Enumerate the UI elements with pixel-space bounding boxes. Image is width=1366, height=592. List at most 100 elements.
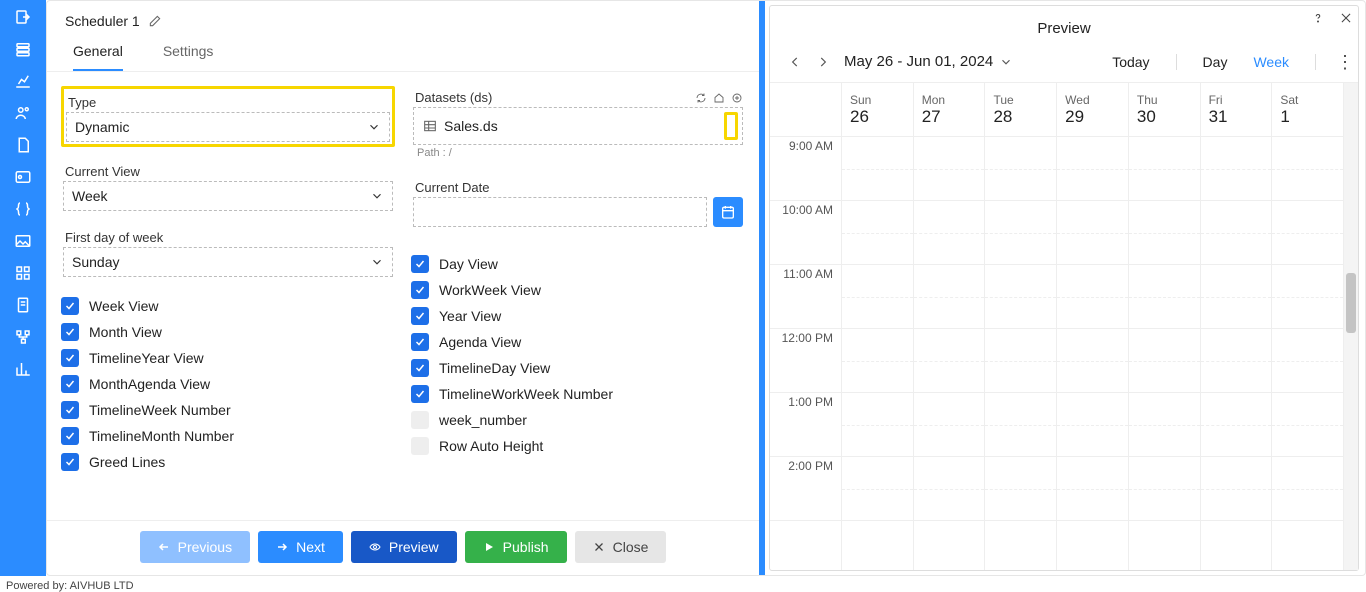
checkbox-checked-icon[interactable]: [411, 333, 429, 351]
date-range[interactable]: May 26 - Jun 01, 2024: [844, 53, 1013, 70]
calendar-cell[interactable]: [1272, 457, 1343, 521]
checkbox-row[interactable]: TimelineWeek Number: [61, 397, 395, 423]
calendar-cell[interactable]: [985, 457, 1056, 521]
sidebar-bars-icon[interactable]: [14, 360, 32, 378]
calendar-cell[interactable]: [985, 393, 1056, 457]
calendar-cell[interactable]: [1129, 329, 1200, 393]
next-button[interactable]: Next: [258, 531, 343, 563]
calendar-cell[interactable]: [1057, 265, 1128, 329]
calendar-cell[interactable]: [914, 329, 985, 393]
checkbox-checked-icon[interactable]: [411, 359, 429, 377]
previous-button[interactable]: Previous: [140, 531, 250, 563]
calendar-cell[interactable]: [1057, 201, 1128, 265]
add-icon[interactable]: [731, 91, 743, 103]
view-week-link[interactable]: Week: [1247, 54, 1295, 70]
sidebar-file-icon[interactable]: [14, 136, 32, 154]
calendar-cell[interactable]: [985, 137, 1056, 201]
checkbox-row[interactable]: TimelineWorkWeek Number: [411, 381, 745, 407]
calendar-cell[interactable]: [914, 137, 985, 201]
calendar-cell[interactable]: [1201, 137, 1272, 201]
calendar-cell[interactable]: [1272, 201, 1343, 265]
checkbox-row[interactable]: TimelineDay View: [411, 355, 745, 381]
checkbox-checked-icon[interactable]: [411, 385, 429, 403]
day-header[interactable]: Tue28: [985, 83, 1056, 137]
calendar-cell[interactable]: [842, 329, 913, 393]
calendar-cell[interactable]: [1129, 265, 1200, 329]
type-select[interactable]: Dynamic: [66, 112, 390, 142]
calendar-cell[interactable]: [1201, 393, 1272, 457]
checkbox-checked-icon[interactable]: [61, 323, 79, 341]
calendar-cell[interactable]: [1057, 457, 1128, 521]
current-date-input[interactable]: [413, 197, 707, 227]
refresh-icon[interactable]: [695, 91, 707, 103]
day-header[interactable]: Wed29: [1057, 83, 1128, 137]
checkbox-row[interactable]: Agenda View: [411, 329, 745, 355]
calendar-cell[interactable]: [914, 201, 985, 265]
checkbox-row[interactable]: WorkWeek View: [411, 277, 745, 303]
calendar-cell[interactable]: [1272, 265, 1343, 329]
sidebar-db-icon[interactable]: [14, 40, 32, 58]
day-header[interactable]: Mon27: [914, 83, 985, 137]
view-day-link[interactable]: Day: [1197, 54, 1234, 70]
calendar-cell[interactable]: [1129, 393, 1200, 457]
checkbox-row[interactable]: Day View: [411, 251, 745, 277]
calendar-cell[interactable]: [842, 137, 913, 201]
more-menu-icon[interactable]: ⋮: [1336, 57, 1340, 67]
calendar-cell[interactable]: [914, 393, 985, 457]
checkbox-checked-icon[interactable]: [61, 427, 79, 445]
calendar-cell[interactable]: [842, 457, 913, 521]
calendar-cell[interactable]: [1272, 393, 1343, 457]
sidebar-chart-icon[interactable]: [14, 72, 32, 90]
publish-button[interactable]: Publish: [465, 531, 567, 563]
day-header[interactable]: Sun26: [842, 83, 913, 137]
calendar-cell[interactable]: [1201, 201, 1272, 265]
tab-settings[interactable]: Settings: [163, 43, 214, 71]
calendar-cell[interactable]: [985, 201, 1056, 265]
checkbox-row[interactable]: Greed Lines: [61, 449, 395, 475]
close-icon[interactable]: [1339, 11, 1353, 25]
sidebar-image-icon[interactable]: [14, 232, 32, 250]
checkbox-row[interactable]: TimelineYear View: [61, 345, 395, 371]
checkbox-unchecked-icon[interactable]: [411, 437, 429, 455]
checkbox-row[interactable]: week_number: [411, 407, 745, 433]
sidebar-doc-icon[interactable]: [14, 296, 32, 314]
checkbox-checked-icon[interactable]: [61, 375, 79, 393]
sidebar-braces-icon[interactable]: [14, 200, 32, 218]
checkbox-checked-icon[interactable]: [61, 401, 79, 419]
datasets-select[interactable]: Sales.ds: [413, 107, 743, 145]
checkbox-row[interactable]: Row Auto Height: [411, 433, 745, 459]
calendar-cell[interactable]: [1201, 329, 1272, 393]
calendar-cell[interactable]: [1129, 457, 1200, 521]
checkbox-checked-icon[interactable]: [411, 281, 429, 299]
day-header[interactable]: Thu30: [1129, 83, 1200, 137]
vertical-scrollbar[interactable]: [1344, 83, 1358, 570]
calendar-cell[interactable]: [1057, 137, 1128, 201]
close-button[interactable]: Close: [575, 531, 667, 563]
home-icon[interactable]: [713, 91, 725, 103]
checkbox-row[interactable]: TimelineMonth Number: [61, 423, 395, 449]
checkbox-row[interactable]: Month View: [61, 319, 395, 345]
help-icon[interactable]: [1311, 11, 1325, 25]
checkbox-checked-icon[interactable]: [411, 255, 429, 273]
calendar-cell[interactable]: [1057, 393, 1128, 457]
first-day-select[interactable]: Sunday: [63, 247, 393, 277]
sidebar-tree-icon[interactable]: [14, 328, 32, 346]
calendar-cell[interactable]: [985, 265, 1056, 329]
calendar-cell[interactable]: [985, 329, 1056, 393]
calendar-cell[interactable]: [1201, 457, 1272, 521]
edit-title-icon[interactable]: [148, 14, 162, 28]
calendar-cell[interactable]: [1272, 329, 1343, 393]
checkbox-checked-icon[interactable]: [61, 297, 79, 315]
sidebar-people-icon[interactable]: [14, 104, 32, 122]
next-week-icon[interactable]: [816, 55, 830, 69]
calendar-button[interactable]: [713, 197, 743, 227]
calendar-cell[interactable]: [842, 265, 913, 329]
calendar-cell[interactable]: [1129, 201, 1200, 265]
sidebar-grid-icon[interactable]: [14, 264, 32, 282]
checkbox-checked-icon[interactable]: [411, 307, 429, 325]
today-link[interactable]: Today: [1106, 54, 1155, 70]
current-view-select[interactable]: Week: [63, 181, 393, 211]
calendar-cell[interactable]: [842, 201, 913, 265]
checkbox-unchecked-icon[interactable]: [411, 411, 429, 429]
checkbox-row[interactable]: MonthAgenda View: [61, 371, 395, 397]
